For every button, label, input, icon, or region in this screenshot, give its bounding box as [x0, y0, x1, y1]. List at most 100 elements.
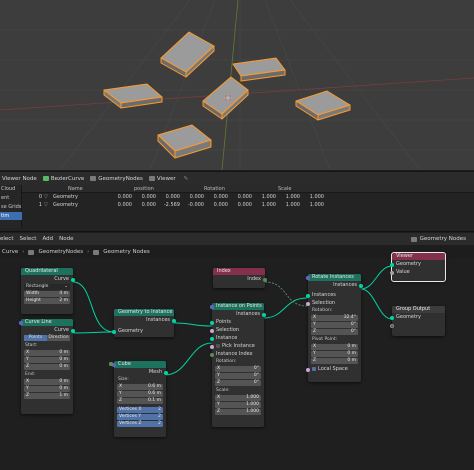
input-socket[interactable]: [109, 362, 113, 366]
socket-row: Instances: [306, 291, 361, 299]
field-value: 0°: [253, 373, 259, 378]
input-socket[interactable]: [390, 315, 394, 320]
pick-instance-checkbox[interactable]: Pick Instance: [210, 342, 264, 350]
scale-x-field[interactable]: X 1.000: [215, 395, 261, 401]
field-value: 0°: [253, 380, 259, 385]
socket-row: Points: [210, 318, 264, 326]
vertices-z-field[interactable]: Vertices Z 2: [109, 362, 163, 427]
input-socket[interactable]: [210, 344, 214, 349]
input-socket[interactable]: [390, 262, 394, 267]
field-label: Z: [313, 358, 317, 363]
field-value: 0 m: [59, 386, 68, 391]
node-title: Instance on Points: [212, 303, 264, 310]
local-space-checkbox[interactable]: Local Space: [306, 365, 361, 373]
field-value: 1.000: [246, 395, 259, 400]
node-instance-on-points[interactable]: Instance on Points Instances Points Sele…: [210, 303, 266, 427]
field-value: 0 m: [59, 364, 68, 369]
input-socket[interactable]: [210, 320, 214, 325]
start-z-field[interactable]: Z 0 m: [24, 364, 70, 370]
socket-label: Local Space: [318, 366, 348, 372]
node-index[interactable]: Index Index: [213, 268, 267, 288]
output-socket[interactable]: [71, 277, 75, 282]
input-socket[interactable]: [210, 352, 214, 357]
field-label: X: [217, 366, 221, 371]
node-title: Index: [213, 268, 265, 275]
label-text: End:: [25, 372, 36, 377]
input-socket[interactable]: [306, 275, 310, 280]
end-z-field[interactable]: Z 1 m: [24, 393, 70, 399]
size-y-field[interactable]: Y 0.6 m: [117, 391, 163, 397]
node-curve-line[interactable]: Curve Line Curve Points Direction Start: …: [19, 319, 75, 414]
node-title: Quadrilateral: [21, 268, 73, 275]
output-socket[interactable]: [172, 318, 176, 323]
input-socket[interactable]: [306, 367, 310, 372]
input-socket[interactable]: [306, 301, 310, 306]
size-z-field[interactable]: Z 0.1 m: [117, 398, 163, 404]
mode-direction[interactable]: Direction: [47, 335, 70, 341]
pivot-x-field[interactable]: X 0 m: [311, 344, 358, 350]
vertices-x-field[interactable]: Vertices X 2: [109, 362, 163, 413]
field-label: Z: [217, 409, 221, 414]
socket-row: Instance Index: [210, 350, 264, 358]
node-quadrilateral[interactable]: Quadrilateral Curve Rectangle ⌄ Width 4 m…: [21, 268, 75, 314]
end-x-field[interactable]: X 0 m: [24, 379, 70, 385]
scale-z-field[interactable]: Z 1.000: [215, 409, 261, 415]
socket-label: Mesh: [148, 369, 162, 375]
mode-points[interactable]: Points: [24, 335, 47, 341]
node-cube[interactable]: Cube Mesh Size: X 0.6 m Y 0.6 m Z 0.1 m Ver…: [109, 361, 168, 437]
node-geometry-to-instance[interactable]: Geometry to Instance Instances Geometry: [112, 309, 176, 337]
input-socket[interactable]: [210, 328, 214, 333]
rotation-y-field[interactable]: Y 0°: [215, 373, 261, 379]
socket-label: Value: [396, 269, 410, 275]
input-socket[interactable]: [19, 320, 23, 325]
node-group-output[interactable]: Group Output Geometry: [390, 306, 445, 336]
start-y-field[interactable]: Y 0 m: [24, 357, 70, 363]
scale-y-field[interactable]: Y 1.000: [215, 402, 261, 408]
output-socket[interactable]: [262, 312, 266, 317]
socket-row: Geometry: [390, 313, 445, 321]
input-socket[interactable]: [112, 329, 116, 334]
output-socket[interactable]: [71, 328, 75, 333]
rotation-z-field[interactable]: Z 0°: [311, 329, 358, 335]
output-socket[interactable]: [263, 277, 267, 282]
output-socket[interactable]: [359, 283, 363, 288]
node-rotate-instances[interactable]: Rotate Instances Instances Instances Sel…: [306, 274, 363, 382]
empty-input-socket[interactable]: [390, 323, 394, 328]
mode-dropdown[interactable]: Rectangle ⌄: [24, 284, 70, 290]
checkbox[interactable]: [312, 366, 316, 371]
input-socket[interactable]: [210, 336, 214, 341]
rotation-x-field[interactable]: X 32.4°: [311, 315, 358, 321]
socket-row: Value: [390, 268, 445, 276]
field-value: 0°: [253, 366, 259, 371]
start-x-field[interactable]: X 0 m: [24, 350, 70, 356]
field-value: 0.6 m: [148, 391, 161, 396]
node-title: Viewer: [392, 253, 445, 260]
socket-label: Instance Index: [216, 351, 253, 357]
field-label: X: [313, 344, 317, 349]
size-x-field[interactable]: X 0.6 m: [117, 384, 163, 390]
pivot-y-field[interactable]: Y 0 m: [311, 351, 358, 357]
link-quad-to-g2i: [72, 281, 115, 333]
rotation-y-field[interactable]: Y 0°: [311, 322, 358, 328]
input-socket[interactable]: [390, 270, 394, 275]
label-text: Pivot Point:: [312, 337, 338, 342]
pivot-z-field[interactable]: Z 0 m: [311, 358, 358, 364]
end-y-field[interactable]: Y 0 m: [24, 386, 70, 392]
field-value: 0.1 m: [148, 398, 161, 403]
input-socket[interactable]: [306, 293, 310, 298]
field-value: 0°: [350, 322, 356, 327]
input-socket[interactable]: [210, 304, 214, 309]
node-viewer[interactable]: Viewer Geometry Value: [390, 252, 446, 282]
socket-row: Selection: [306, 299, 361, 307]
rotation-x-field[interactable]: X 0°: [215, 366, 261, 372]
mode-toggle[interactable]: Points Direction: [24, 335, 70, 341]
field-value: 32.4°: [343, 315, 356, 320]
rotation-z-field[interactable]: Z 0°: [215, 380, 261, 386]
output-socket[interactable]: [164, 370, 168, 375]
field-label: Y: [217, 402, 220, 407]
field-value: 4 m: [59, 291, 68, 296]
height-field[interactable]: Height 2 m: [24, 298, 70, 304]
width-field[interactable]: Width 4 m: [24, 291, 70, 297]
vertices-y-field[interactable]: Vertices Y 2: [109, 362, 163, 420]
checkbox[interactable]: [216, 343, 220, 348]
